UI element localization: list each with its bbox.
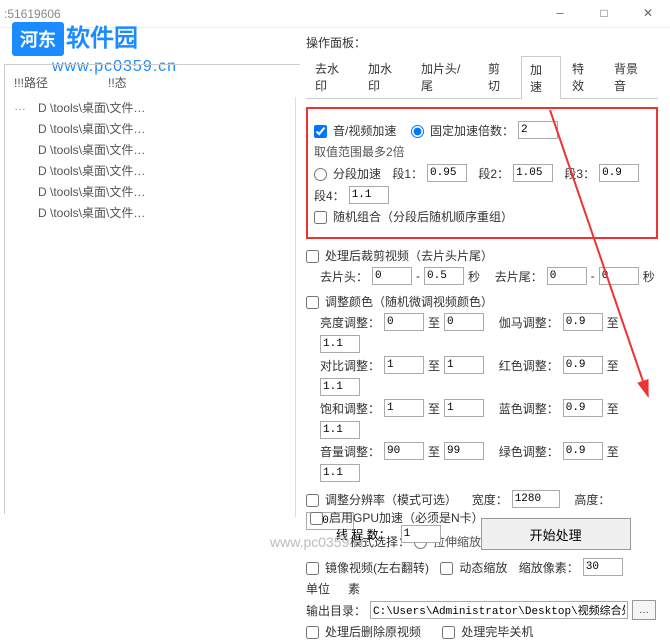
contrast-b[interactable] <box>444 356 484 374</box>
fixed-value[interactable] <box>518 121 558 139</box>
sat-a[interactable] <box>384 399 424 417</box>
browse-button[interactable]: … <box>632 600 656 620</box>
contrast-a[interactable] <box>384 356 424 374</box>
crop-check[interactable] <box>306 250 319 263</box>
accel-group: 音/视频加速 固定加速倍数： 取值范围最多2倍 分段加速 段1： 段2： 段3：… <box>306 107 658 239</box>
maximize-button[interactable]: □ <box>582 0 626 28</box>
tab-bgm[interactable]: 背景音 <box>605 55 656 98</box>
tail-from[interactable] <box>547 267 587 285</box>
av-accel-check[interactable] <box>314 125 327 138</box>
tab-speedup[interactable]: 加速 <box>521 56 561 99</box>
mirror-label: 镜像视频(左右翻转) <box>325 559 429 576</box>
width-input[interactable] <box>512 490 560 508</box>
vol-a[interactable] <box>384 442 424 460</box>
gpu-check[interactable] <box>310 512 323 525</box>
seg2-input[interactable] <box>513 164 553 182</box>
tail-to[interactable] <box>599 267 639 285</box>
thread-input[interactable] <box>401 525 441 543</box>
seg-radio[interactable] <box>314 168 327 181</box>
blue-b[interactable] <box>320 421 360 439</box>
start-button[interactable]: 开始处理 <box>481 518 631 550</box>
minimize-button[interactable]: ─ <box>538 0 582 28</box>
dynzoom-check[interactable] <box>440 562 453 575</box>
output-label: 输出目录： <box>306 602 366 619</box>
head-from[interactable] <box>372 267 412 285</box>
fixed-radio[interactable] <box>411 125 424 138</box>
tab-intro-outro[interactable]: 加片头/尾 <box>412 55 477 98</box>
tab-addwatermark[interactable]: 加水印 <box>359 55 410 98</box>
red-b[interactable] <box>320 378 360 396</box>
gamma-a[interactable] <box>563 313 603 331</box>
logo: 河东 软件园 <box>12 18 138 56</box>
range-hint: 取值范围最多2倍 <box>314 143 405 160</box>
seg3-input[interactable] <box>599 164 639 182</box>
tab-cut[interactable]: 剪切 <box>479 55 519 98</box>
vol-b[interactable] <box>444 442 484 460</box>
panel-title: 操作面板： <box>306 34 658 51</box>
output-path[interactable] <box>370 601 628 619</box>
bright-b[interactable] <box>444 313 484 331</box>
bright-a[interactable] <box>384 313 424 331</box>
tab-effects[interactable]: 特效 <box>563 55 603 98</box>
mirror-check[interactable] <box>306 562 319 575</box>
random-combo-label: 随机组合（分段后随机顺序重组） <box>333 208 513 225</box>
color-check[interactable] <box>306 296 319 309</box>
green-a[interactable] <box>563 442 603 460</box>
gamma-b[interactable] <box>320 335 360 353</box>
shutdown-check[interactable] <box>442 626 455 639</box>
tab-dewatermark[interactable]: 去水印 <box>306 55 357 98</box>
red-a[interactable] <box>563 356 603 374</box>
zoom-px[interactable] <box>583 558 623 576</box>
sat-b[interactable] <box>444 399 484 417</box>
seg-label: 分段加速 <box>333 165 381 182</box>
green-b[interactable] <box>320 464 360 482</box>
close-button[interactable]: ✕ <box>626 0 670 28</box>
seg1-input[interactable] <box>427 164 467 182</box>
crop-label: 处理后裁剪视频（去片头片尾） <box>325 247 493 264</box>
random-combo-check[interactable] <box>314 211 327 224</box>
av-accel-label: 音/视频加速 <box>333 122 396 139</box>
color-label: 调整颜色（随机微调视频颜色） <box>325 293 493 310</box>
del-orig-check[interactable] <box>306 626 319 639</box>
head-to[interactable] <box>424 267 464 285</box>
fixed-label: 固定加速倍数： <box>430 122 514 139</box>
watermark-url: www.pc0359.cn <box>270 534 368 550</box>
seg4-input[interactable] <box>349 186 389 204</box>
blue-a[interactable] <box>563 399 603 417</box>
